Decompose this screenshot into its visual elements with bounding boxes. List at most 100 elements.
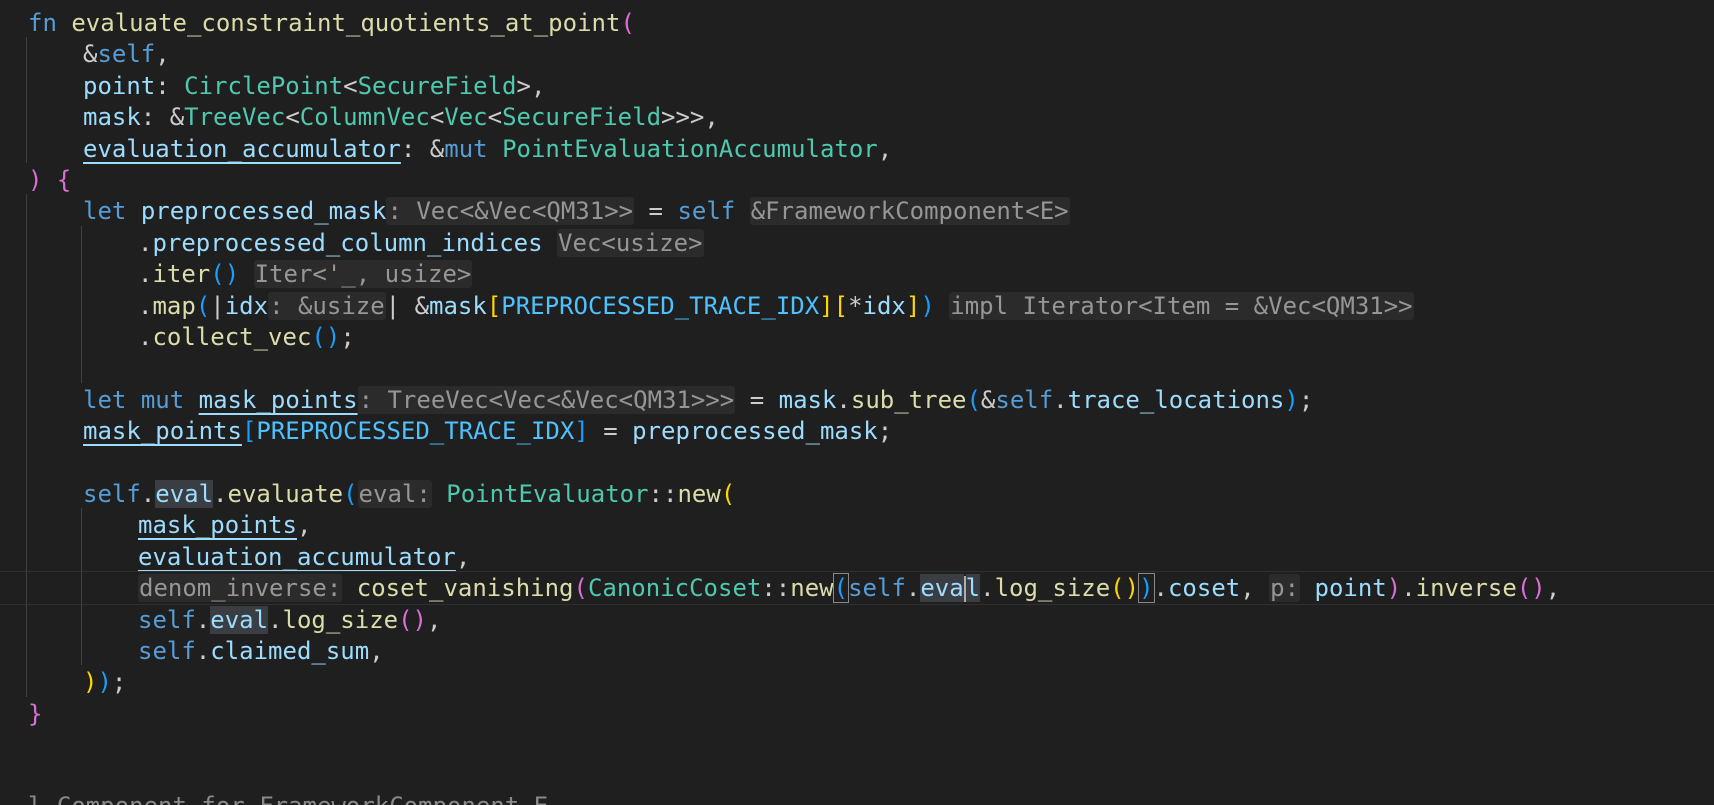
code-token: . bbox=[138, 260, 153, 289]
code-token: } bbox=[28, 699, 43, 728]
code-token: eval bbox=[155, 480, 214, 508]
code-text: } bbox=[28, 697, 42, 731]
code-token: : & bbox=[140, 103, 185, 132]
code-token: log_size bbox=[282, 605, 399, 634]
code-line[interactable]: self.eval.log_size(), bbox=[0, 603, 1714, 637]
code-token: mask bbox=[429, 291, 487, 320]
code-token: , bbox=[296, 511, 312, 540]
code-token: self bbox=[83, 480, 141, 508]
code-line[interactable]: } bbox=[0, 697, 1714, 731]
code-token: < bbox=[487, 103, 503, 132]
code-token: mut bbox=[140, 385, 185, 414]
code-text: mask: &TreeVec<ColumnVec<Vec<SecureField… bbox=[83, 100, 719, 134]
code-line[interactable]: fn evaluate_constraint_quotients_at_poin… bbox=[0, 6, 1714, 40]
code-token: . bbox=[213, 480, 228, 508]
code-token: ; bbox=[111, 668, 127, 697]
code-token: PointEvaluationAccumulator bbox=[502, 134, 878, 163]
code-token: evaluation_accumulator bbox=[83, 134, 401, 163]
code-token: >>>, bbox=[661, 103, 719, 132]
code-line[interactable]: ) { bbox=[0, 163, 1714, 197]
inlay-hint: : &usize bbox=[268, 291, 386, 320]
code-line[interactable]: .iter() Iter<'_, usize> bbox=[0, 257, 1714, 291]
code-text: self.eval.log_size(), bbox=[138, 603, 441, 637]
code-token: ) bbox=[83, 668, 98, 697]
code-token: , bbox=[155, 40, 170, 69]
code-token: () bbox=[311, 323, 341, 351]
code-line[interactable]: .collect_vec(); bbox=[0, 320, 1714, 354]
code-token: . bbox=[195, 637, 211, 665]
code-line[interactable]: .preprocessed_column_indices Vec<usize> bbox=[0, 226, 1714, 260]
code-token: () bbox=[210, 260, 240, 289]
code-text: .map(|idx: &usize| &mask[PREPROCESSED_TR… bbox=[138, 289, 1414, 323]
code-token: sub_tree bbox=[850, 385, 967, 414]
code-token: coset bbox=[1167, 574, 1241, 603]
code-line[interactable]: evaluation_accumulator, bbox=[0, 540, 1714, 574]
code-token: point bbox=[83, 71, 156, 100]
code-line[interactable]: mask_points, bbox=[0, 508, 1714, 542]
code-line[interactable] bbox=[0, 446, 1714, 480]
code-editor[interactable]: fn evaluate_constraint_quotients_at_poin… bbox=[0, 0, 1714, 805]
code-token: >, bbox=[516, 71, 546, 100]
code-line[interactable]: .map(|idx: &usize| &mask[PREPROCESSED_TR… bbox=[0, 289, 1714, 323]
code-token: () bbox=[398, 605, 427, 634]
code-token: [ bbox=[486, 291, 502, 320]
code-token: self bbox=[97, 40, 156, 69]
code-text: fn evaluate_constraint_quotients_at_poin… bbox=[28, 6, 635, 40]
code-line[interactable]: mask_points[PREPROCESSED_TRACE_IDX] = pr… bbox=[0, 414, 1714, 448]
code-text: )); bbox=[83, 665, 126, 699]
code-token: eva bbox=[920, 574, 964, 603]
code-token: inverse bbox=[1415, 574, 1517, 603]
code-token: ) bbox=[1138, 573, 1155, 604]
code-token: ) bbox=[1386, 574, 1402, 603]
code-line[interactable]: self.eval.evaluate(eval: PointEvaluator:… bbox=[0, 477, 1714, 511]
code-token: . bbox=[268, 605, 283, 634]
code-text: point: CirclePoint<SecureField>, bbox=[83, 69, 545, 103]
code-line[interactable]: mask: &TreeVec<ColumnVec<Vec<SecureField… bbox=[0, 100, 1714, 134]
code-token: :: bbox=[761, 574, 791, 603]
code-line[interactable]: let preprocessed_mask: Vec<&Vec<QM31>> =… bbox=[0, 194, 1714, 228]
inlay-hint: &FrameworkComponent<E> bbox=[749, 197, 1070, 226]
code-token: ] bbox=[905, 291, 921, 320]
code-token: ( bbox=[573, 574, 588, 603]
code-token: ; bbox=[877, 417, 893, 446]
code-token: self bbox=[995, 385, 1054, 414]
code-token: mask_points bbox=[83, 417, 242, 446]
code-token: coset_vanishing bbox=[356, 574, 574, 603]
code-token: PointEvaluator bbox=[446, 480, 649, 508]
code-text: .iter() Iter<'_, usize> bbox=[138, 257, 473, 291]
code-token: trace_locations bbox=[1067, 385, 1285, 414]
code-token: idx bbox=[862, 291, 906, 320]
code-line[interactable]: point: CirclePoint<SecureField>, bbox=[0, 69, 1714, 103]
code-token: ( bbox=[832, 573, 850, 604]
code-token: . bbox=[138, 291, 153, 320]
code-text: mask_points[PREPROCESSED_TRACE_IDX] = pr… bbox=[83, 414, 892, 448]
code-token: ColumnVec bbox=[299, 103, 430, 132]
code-token: mask bbox=[83, 103, 141, 132]
code-line[interactable]: evaluation_accumulator: &mut PointEvalua… bbox=[0, 132, 1714, 166]
code-line[interactable]: )); bbox=[0, 665, 1714, 699]
code-text: .collect_vec(); bbox=[138, 320, 355, 354]
code-token: = bbox=[588, 417, 633, 446]
code-line[interactable]: let mut mask_points: TreeVec<Vec<&Vec<QM… bbox=[0, 383, 1714, 417]
code-token: idx bbox=[224, 291, 269, 320]
code-token: | bbox=[210, 291, 225, 320]
code-text: let preprocessed_mask: Vec<&Vec<QM31>> =… bbox=[83, 194, 1070, 228]
code-token: . bbox=[195, 605, 211, 634]
code-line[interactable] bbox=[0, 351, 1714, 385]
code-token: . bbox=[138, 228, 153, 257]
code-token: . bbox=[980, 574, 995, 603]
code-token: . bbox=[1153, 574, 1168, 603]
code-text: self.eval.evaluate(eval: PointEvaluator:… bbox=[83, 477, 735, 511]
code-line[interactable]: self.claimed_sum, bbox=[0, 634, 1714, 668]
code-line-current[interactable]: denom_inverse: coset_vanishing(CanonicCo… bbox=[0, 571, 1714, 606]
code-token: ) bbox=[97, 668, 112, 697]
code-line[interactable]: &self, bbox=[0, 37, 1714, 71]
code-token: ; bbox=[1298, 385, 1314, 414]
